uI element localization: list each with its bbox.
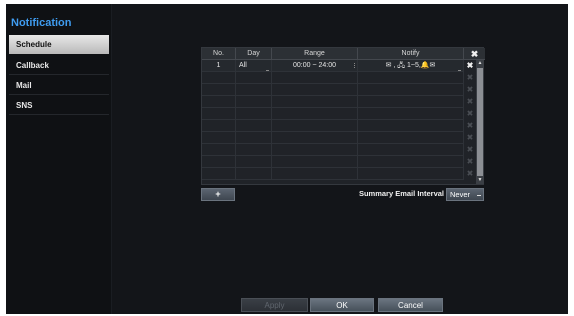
notify-value: ✉ , 🖧 1~5,🔔✉	[385, 62, 436, 69]
schedule-table: No. Day Range Notify ✖ 1 All 00:00 ~ 24:…	[201, 47, 485, 186]
empty-cell	[272, 144, 358, 156]
empty-cell	[236, 168, 272, 180]
apply-button[interactable]: Apply	[241, 298, 308, 312]
empty-cell	[358, 96, 464, 108]
sidebar-title: Notification	[11, 17, 72, 29]
empty-cell	[236, 132, 272, 144]
cancel-button[interactable]: Cancel	[378, 298, 443, 312]
empty-cell	[202, 108, 236, 120]
empty-cell	[202, 168, 236, 180]
empty-cell	[272, 132, 358, 144]
empty-cell	[236, 120, 272, 132]
delete-row-icon[interactable]: ✖	[464, 60, 476, 72]
day-select[interactable]: All	[236, 60, 272, 72]
empty-cell	[272, 108, 358, 120]
delete-column: ✖ ✖ ✖ ✖ ✖ ✖ ✖ ✖ ✖ ✖	[464, 60, 476, 186]
delete-all-icon[interactable]: ✖	[464, 48, 485, 60]
empty-cell	[358, 120, 464, 132]
empty-cell	[236, 108, 272, 120]
scroll-up-icon[interactable]: ▲	[476, 60, 484, 67]
table-row[interactable]: 1 All 00:00 ~ 24:00 ✉ , 🖧 1~5,🔔✉	[202, 60, 464, 72]
empty-cell	[358, 144, 464, 156]
table-row[interactable]	[202, 108, 464, 120]
table-row[interactable]	[202, 144, 464, 156]
empty-cell	[272, 72, 358, 84]
table-row[interactable]	[202, 168, 464, 180]
table-row[interactable]	[202, 84, 464, 96]
empty-cell	[358, 72, 464, 84]
summary-email-interval-label: Summary Email Interval	[358, 189, 444, 198]
delete-row-icon: ✖	[466, 109, 474, 118]
notify-field[interactable]: ✉ , 🖧 1~5,🔔✉	[358, 60, 464, 72]
dropdown-icon	[477, 195, 481, 196]
delete-row-icon: ✖	[466, 145, 474, 154]
empty-cell	[272, 96, 358, 108]
empty-cell	[202, 72, 236, 84]
delete-row-icon: ✖	[466, 133, 474, 142]
table-header: No. Day Range Notify	[202, 48, 485, 60]
spinner-icon	[354, 63, 355, 68]
sidebar-item-schedule[interactable]: Schedule	[9, 35, 109, 54]
empty-cell	[358, 132, 464, 144]
ok-button[interactable]: OK	[310, 298, 374, 312]
sidebar-item-mail[interactable]: Mail	[9, 76, 109, 95]
header-no: No.	[202, 48, 236, 60]
scroll-down-icon[interactable]: ▼	[476, 177, 484, 184]
empty-cell	[236, 144, 272, 156]
empty-cell	[236, 96, 272, 108]
range-field[interactable]: 00:00 ~ 24:00	[272, 60, 358, 72]
empty-cell	[272, 84, 358, 96]
delete-row-icon: ✖	[466, 97, 474, 106]
delete-row-icon: ✖	[466, 85, 474, 94]
empty-cell	[202, 96, 236, 108]
delete-row-icon: ✖	[466, 169, 474, 178]
empty-cell	[272, 156, 358, 168]
empty-cell	[272, 168, 358, 180]
table-row[interactable]	[202, 96, 464, 108]
empty-cell	[236, 156, 272, 168]
empty-cell	[202, 144, 236, 156]
dropdown-icon	[458, 70, 461, 71]
dropdown-icon	[266, 70, 269, 71]
empty-cell	[358, 156, 464, 168]
table-row[interactable]	[202, 156, 464, 168]
sidebar-item-callback[interactable]: Callback	[9, 56, 109, 75]
empty-cell	[202, 120, 236, 132]
empty-cell	[236, 84, 272, 96]
range-value: 00:00 ~ 24:00	[292, 62, 336, 69]
add-schedule-button[interactable]: +	[201, 188, 235, 201]
header-day: Day	[236, 48, 272, 60]
day-value: All	[239, 62, 247, 69]
summary-email-interval-value: Never	[450, 190, 471, 199]
empty-cell	[358, 108, 464, 120]
delete-row-icon: ✖	[466, 121, 474, 130]
empty-cell	[202, 84, 236, 96]
delete-row-icon: ✖	[466, 157, 474, 166]
table-row[interactable]	[202, 72, 464, 84]
table-scrollbar[interactable]: ▲ ▼	[476, 60, 484, 184]
table-row[interactable]	[202, 132, 464, 144]
header-notify: Notify	[358, 48, 464, 60]
empty-cell	[202, 156, 236, 168]
empty-cell	[272, 120, 358, 132]
row-no: 1	[202, 60, 236, 72]
table-row[interactable]	[202, 120, 464, 132]
empty-cell	[358, 168, 464, 180]
empty-cell	[202, 132, 236, 144]
summary-email-interval-select[interactable]: Never	[446, 188, 484, 201]
empty-cell	[236, 72, 272, 84]
scroll-thumb[interactable]	[477, 68, 483, 176]
delete-row-icon: ✖	[466, 73, 474, 82]
empty-cell	[358, 84, 464, 96]
header-range: Range	[272, 48, 358, 60]
sidebar-item-sns[interactable]: SNS	[9, 96, 109, 115]
